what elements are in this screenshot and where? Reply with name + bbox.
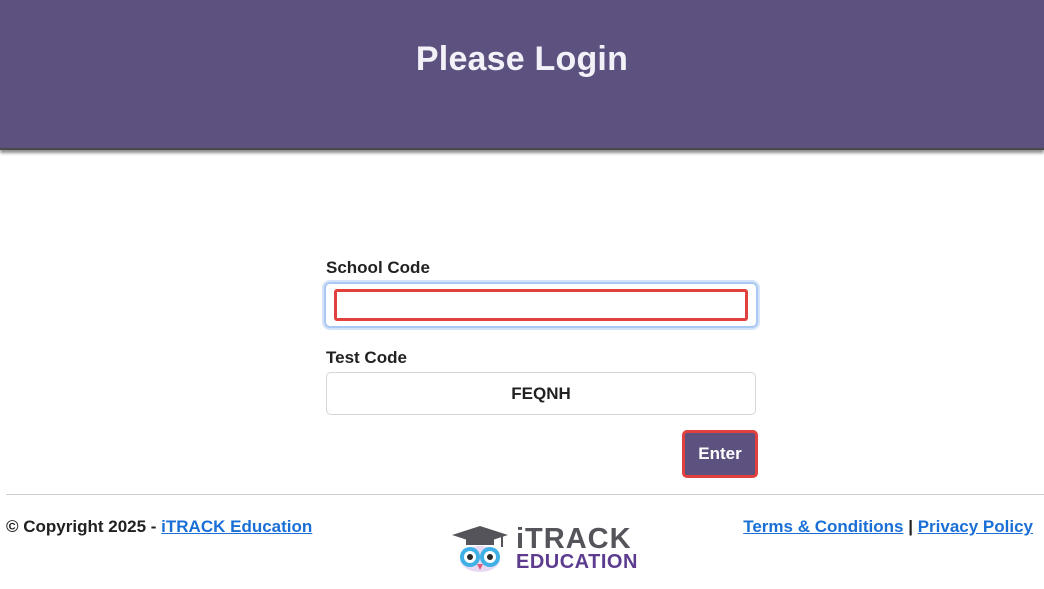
privacy-link[interactable]: Privacy Policy [918,517,1033,536]
page-title: Please Login [415,40,629,78]
test-code-label: Test Code [326,348,407,367]
page-header: Please Login [0,0,1044,150]
footer-divider [6,494,1044,495]
terms-link[interactable]: Terms & Conditions [743,517,903,536]
logo-text-education: EDUCATION [516,551,638,573]
owl-graduate-icon [452,526,508,572]
itrack-logo: iTRACK EDUCATION [450,523,638,575]
enter-button[interactable]: Enter [682,430,758,478]
copyright: © Copyright 2025 - iTRACK Education [6,517,312,537]
logo-text-itrack: iTRACK [516,523,632,555]
school-code-label: School Code [326,258,430,277]
footer-links: Terms & Conditions | Privacy Policy [743,517,1033,537]
school-code-field-wrapper [324,282,758,328]
school-code-input[interactable] [334,289,748,321]
company-link[interactable]: iTRACK Education [161,517,312,536]
link-separator: | [903,517,918,536]
login-form: School Code Test Code Enter [324,258,758,478]
copyright-text: © Copyright 2025 - [6,517,162,536]
test-code-input[interactable] [326,372,756,415]
